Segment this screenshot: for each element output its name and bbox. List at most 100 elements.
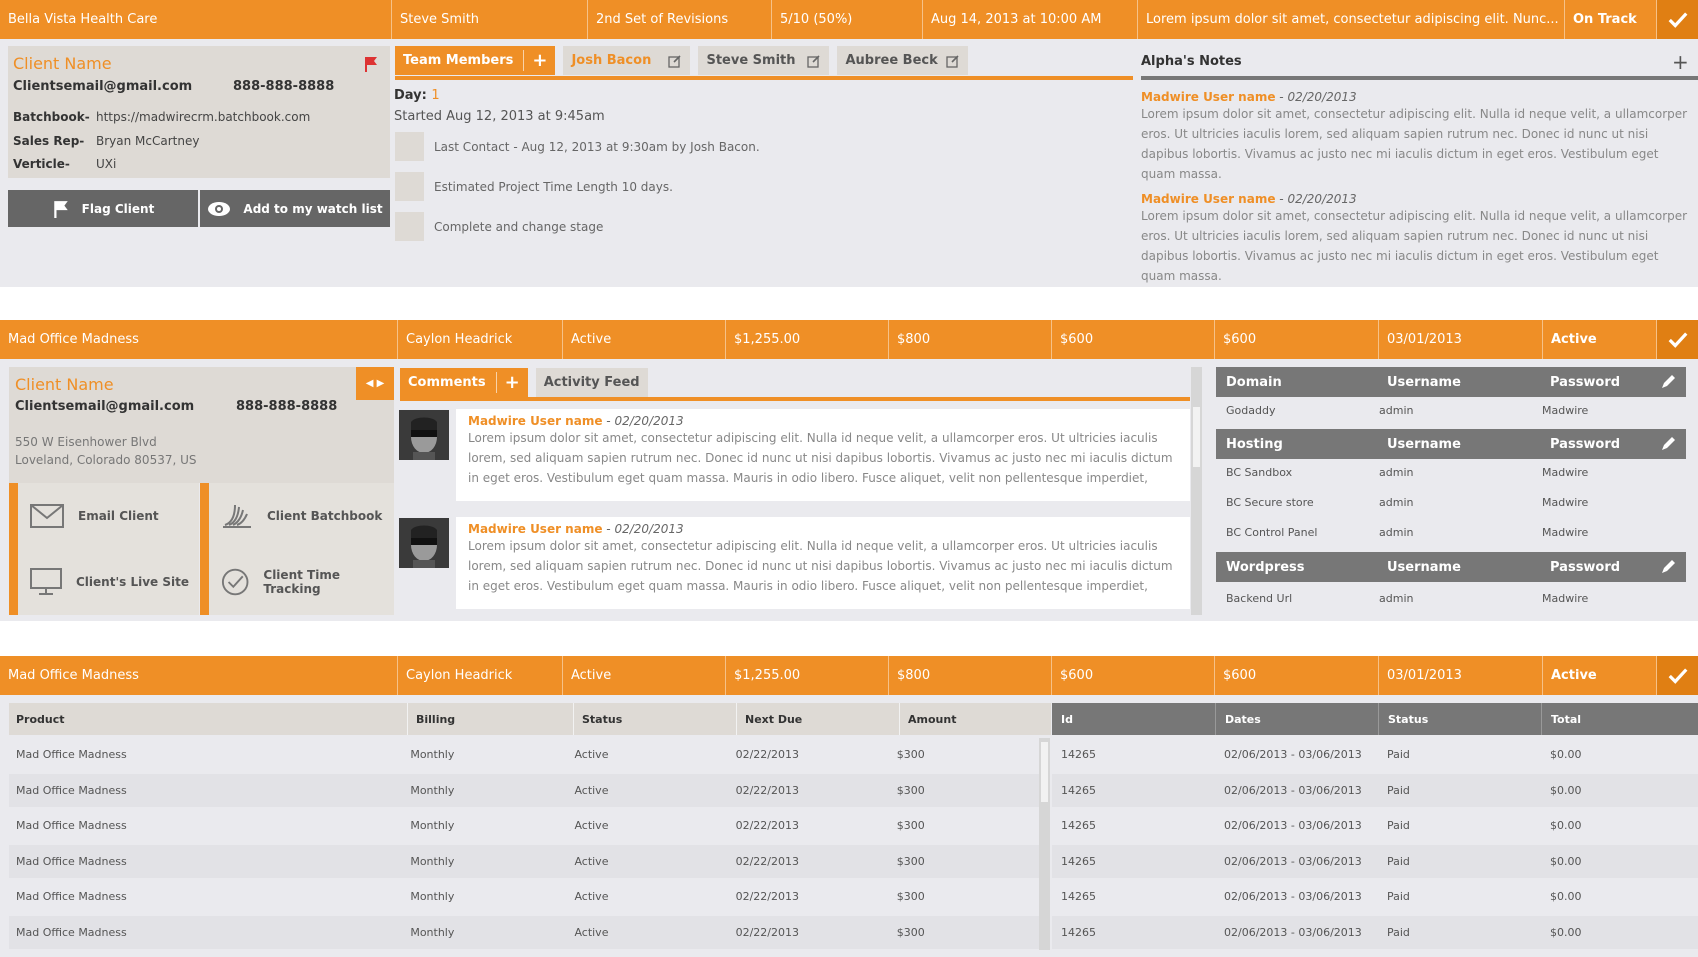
comments-scrollbar[interactable] [1191,367,1202,615]
member-tab-2[interactable]: Steve Smith [698,46,830,75]
comment-user[interactable]: Madwire User name [468,414,602,428]
checkbox[interactable] [395,212,424,241]
billing-check-button[interactable] [1657,656,1698,695]
tab-underline [395,76,1133,80]
flag-outline-icon [53,200,68,218]
client-name[interactable]: Client Name [15,375,114,394]
account-value-2: $800 [889,320,1052,359]
flag-icon[interactable] [364,56,378,72]
add-note-icon[interactable]: + [1672,50,1689,74]
avatar[interactable] [399,518,449,568]
domain-header: Domain Username Password [1216,367,1686,397]
edit-pencil-icon[interactable] [1660,559,1676,575]
invoice-row[interactable]: 14265 02/06/2013 - 03/06/2013 Paid $0.00 [1052,880,1698,913]
scroll-thumb[interactable] [1193,407,1200,467]
client-name[interactable]: Client Name [13,54,112,73]
cred-password[interactable]: Madwire [1542,496,1588,509]
complete-check-button[interactable] [1657,0,1698,39]
invoice-cell: $0.00 [1550,819,1582,832]
edit-pencil-icon[interactable] [1660,436,1676,452]
check-circle-icon [221,568,249,596]
cred-username[interactable]: admin [1379,496,1542,509]
edit-pencil-icon[interactable] [1660,374,1676,390]
checkbox[interactable] [395,172,424,201]
checklist-item[interactable]: Complete and change stage [395,212,603,241]
invoice-cell: $0.00 [1550,925,1582,939]
edit-icon[interactable] [807,54,821,68]
cred-password[interactable]: Madwire [1542,466,1588,479]
cred-password[interactable]: Madwire [1542,404,1588,417]
note-user[interactable]: Madwire User name [1141,192,1275,206]
flag-client-button[interactable]: Flag Client [8,190,198,227]
checklist-item[interactable]: Estimated Project Time Length 10 days. [395,172,673,201]
cred-service: Godaddy [1226,403,1276,417]
invoice-row[interactable]: 14265 02/06/2013 - 03/06/2013 Paid $0.00 [1052,809,1698,842]
comment-user[interactable]: Madwire User name [468,522,602,536]
eye-icon [208,201,231,216]
client-batchbook-button[interactable]: Client Batchbook [200,483,394,549]
watch-list-button[interactable]: Add to my watch list [200,190,390,227]
note-body: Lorem ipsum dolor sit amet, consectetur … [1141,209,1688,283]
tab-team-members[interactable]: Team Members + [395,46,556,75]
checklist-item[interactable]: Last Contact - Aug 12, 2013 at 9:30am by… [395,132,760,161]
account-value-1: $1,255.00 [726,656,889,695]
cred-password[interactable]: Madwire [1542,526,1588,539]
product-row[interactable]: Mad Office Madness Monthly Active 02/22/201… [9,915,1039,949]
account-value-2: $800 [889,656,1052,695]
client-title: Bella Vista Health Care [0,0,392,39]
invoice-cell: 14265 [1061,783,1096,797]
products-scrollbar[interactable] [1039,738,1050,950]
product-row[interactable]: Mad Office Madness Monthly Active 02/22/201… [9,880,1039,913]
invoice-cell: $0.00 [1550,783,1582,797]
invoice-row[interactable]: 14265 02/06/2013 - 03/06/2013 Paid $0.00 [1052,844,1698,878]
invoice-row[interactable]: 14265 02/06/2013 - 03/06/2013 Paid $0.00 [1052,915,1698,949]
batchbook-link[interactable]: https://madwirecrm.batchbook.com [96,110,310,124]
invoice-cell: Paid [1387,783,1410,797]
account-check-button[interactable] [1657,320,1698,359]
group-name: Domain [1226,374,1282,390]
product-row[interactable]: Mad Office Madness Monthly Active 02/22/201… [9,844,1039,878]
add-comment-icon[interactable]: + [495,372,520,393]
verticle-value: UXi [96,157,117,171]
member-tab-3[interactable]: Aubree Beck [837,46,969,75]
tab-comments[interactable]: Comments + [400,368,528,397]
billing-bar: Mad Office Madness Caylon Headrick Activ… [0,656,1698,695]
email-client-button[interactable]: Email Client [9,483,199,549]
wordpress-header: Wordpress Username Password [1216,552,1686,582]
password-header: Password [1550,374,1621,390]
group-name: Wordpress [1226,559,1305,575]
checkbox[interactable] [395,132,424,161]
col-next-due: Next Due [736,703,899,735]
edit-icon[interactable] [668,54,682,68]
avatar[interactable] [399,410,449,460]
product-row[interactable]: Mad Office Madness Monthly Active 02/22/201… [9,738,1039,771]
client-email[interactable]: Clientsemail@gmail.com [15,399,194,414]
add-member-icon[interactable]: + [523,50,547,71]
product-cell: Active [574,783,609,797]
invoice-row[interactable]: 14265 02/06/2013 - 03/06/2013 Paid $0.00 [1052,738,1698,771]
live-site-button[interactable]: Client's Live Site [9,549,199,615]
tab-activity-feed[interactable]: Activity Feed [535,368,648,397]
edit-icon[interactable] [946,54,960,68]
invoice-cell: $0.00 [1550,890,1582,903]
batchbook-label: Batchbook- [13,110,90,124]
cred-username[interactable]: admin [1379,526,1542,539]
invoice-row[interactable]: 14265 02/06/2013 - 03/06/2013 Paid $0.00 [1052,773,1698,807]
product-row[interactable]: Mad Office Madness Monthly Active 02/22/201… [9,809,1039,842]
cred-password[interactable]: Madwire [1542,592,1588,605]
product-cell: $300 [896,819,925,832]
prev-next-arrows[interactable]: ◀ ▶ [356,367,394,400]
scroll-thumb[interactable] [1041,742,1048,802]
client-email[interactable]: Clientsemail@gmail.com [13,79,192,94]
monitor-icon [30,568,62,595]
cred-username[interactable]: admin [1379,592,1542,605]
invoice-cell: Paid [1387,854,1410,868]
invoices-header: Id Dates Status Total [1052,703,1698,735]
time-tracking-button[interactable]: Client Time Tracking [200,549,394,615]
product-row[interactable]: Mad Office Madness Monthly Active 02/22/201… [9,773,1039,807]
cred-username[interactable]: admin [1379,466,1542,479]
note-user[interactable]: Madwire User name [1141,90,1275,104]
cred-username[interactable]: admin [1379,404,1542,417]
product-cell: $300 [896,783,925,797]
member-tab-1[interactable]: Josh Bacon [563,46,691,75]
